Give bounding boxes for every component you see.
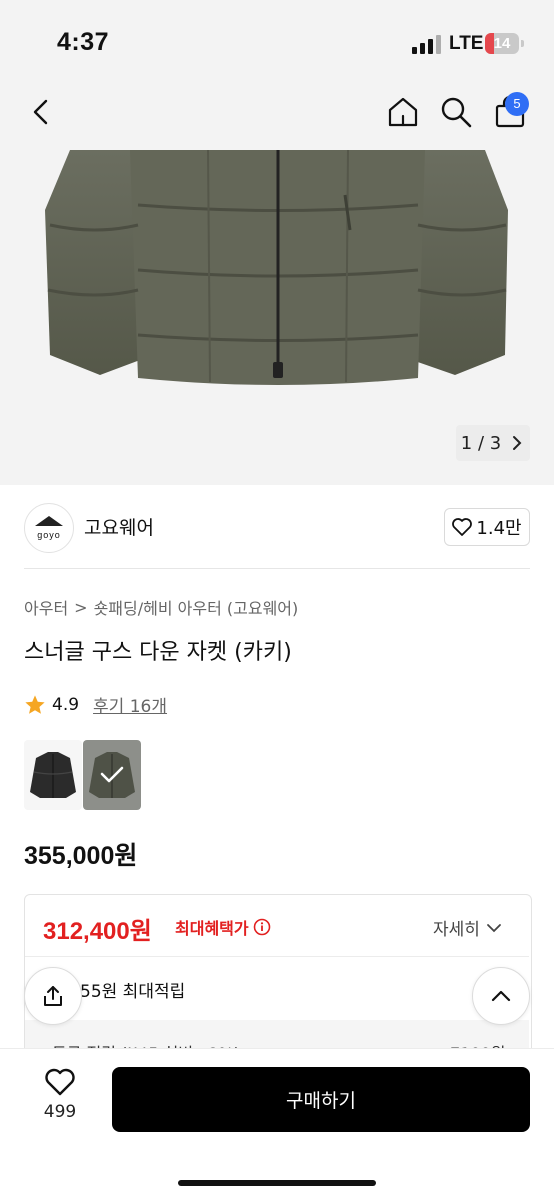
signal-icon	[412, 34, 442, 54]
home-indicator	[178, 1180, 376, 1186]
benefit-tag: 최대혜택가	[175, 915, 271, 939]
rating-row: 4.9 후기 16개	[24, 692, 167, 717]
rating-value: 4.9	[52, 694, 80, 715]
share-icon	[44, 986, 62, 1006]
max-points: 55원 최대적립	[80, 982, 186, 1002]
share-button[interactable]	[24, 967, 82, 1025]
benefit-detail-button[interactable]: 자세히	[433, 915, 502, 940]
chevron-up-icon	[491, 990, 511, 1002]
black-jacket-thumbnail	[30, 752, 76, 798]
star-icon	[25, 694, 45, 714]
status-time: 4:37	[57, 28, 110, 56]
home-icon	[388, 97, 418, 127]
gallery-pager[interactable]: 1 / 3	[456, 425, 530, 461]
battery-level: 14	[493, 35, 511, 52]
battery-tip	[521, 40, 524, 47]
benefit-label: 최대혜택가	[175, 919, 249, 938]
info-icon[interactable]	[253, 918, 271, 936]
brand-name[interactable]: 고요웨어	[84, 513, 154, 540]
battery-icon: 14	[485, 33, 519, 54]
brand-like-count: 1.4만	[476, 518, 522, 539]
breadcrumb-separator: >	[74, 597, 88, 617]
buy-button[interactable]: 구매하기	[112, 1067, 530, 1132]
search-icon	[441, 97, 472, 128]
heart-icon	[452, 518, 473, 536]
brand-like-button[interactable]: 1.4만	[444, 508, 530, 546]
benefit-detail-label: 자세히	[433, 920, 480, 940]
brand-logo[interactable]: goyo	[24, 503, 74, 553]
breadcrumb-category[interactable]: 아우터	[24, 595, 68, 619]
brand-logo-text: goyo	[37, 530, 61, 540]
scroll-top-button[interactable]	[472, 967, 530, 1025]
product-like-button[interactable]: 499	[30, 1068, 90, 1128]
heart-icon	[45, 1068, 75, 1096]
cart-count-badge: 5	[505, 92, 529, 116]
khaki-jacket-thumbnail	[89, 752, 135, 798]
back-button[interactable]	[20, 90, 64, 134]
gallery-pager-label: 1 / 3	[460, 432, 502, 454]
product-like-count: 499	[43, 1102, 77, 1122]
home-button[interactable]	[381, 90, 425, 134]
color-swatch-black[interactable]	[24, 740, 82, 810]
breadcrumb-subcategory[interactable]: 숏패딩/헤비 아우터 (고요웨어)	[94, 595, 299, 619]
breadcrumb: 아우터 > 숏패딩/헤비 아우터 (고요웨어)	[24, 595, 298, 619]
chevron-down-icon	[487, 923, 501, 932]
chevron-left-icon	[33, 99, 48, 125]
product-price: 355,000원	[24, 842, 138, 870]
divider	[24, 568, 530, 569]
divider	[25, 956, 529, 957]
reviews-link[interactable]: 후기 16개	[93, 692, 167, 717]
search-button[interactable]	[434, 90, 478, 134]
mountain-icon	[35, 516, 63, 526]
chevron-right-icon	[513, 436, 522, 450]
product-title: 스너글 구스 다운 자켓 (카키)	[24, 640, 292, 665]
network-label: LTE	[449, 33, 484, 54]
color-swatch-khaki-selected[interactable]	[83, 740, 141, 810]
benefit-price: 312,400원	[43, 918, 152, 945]
